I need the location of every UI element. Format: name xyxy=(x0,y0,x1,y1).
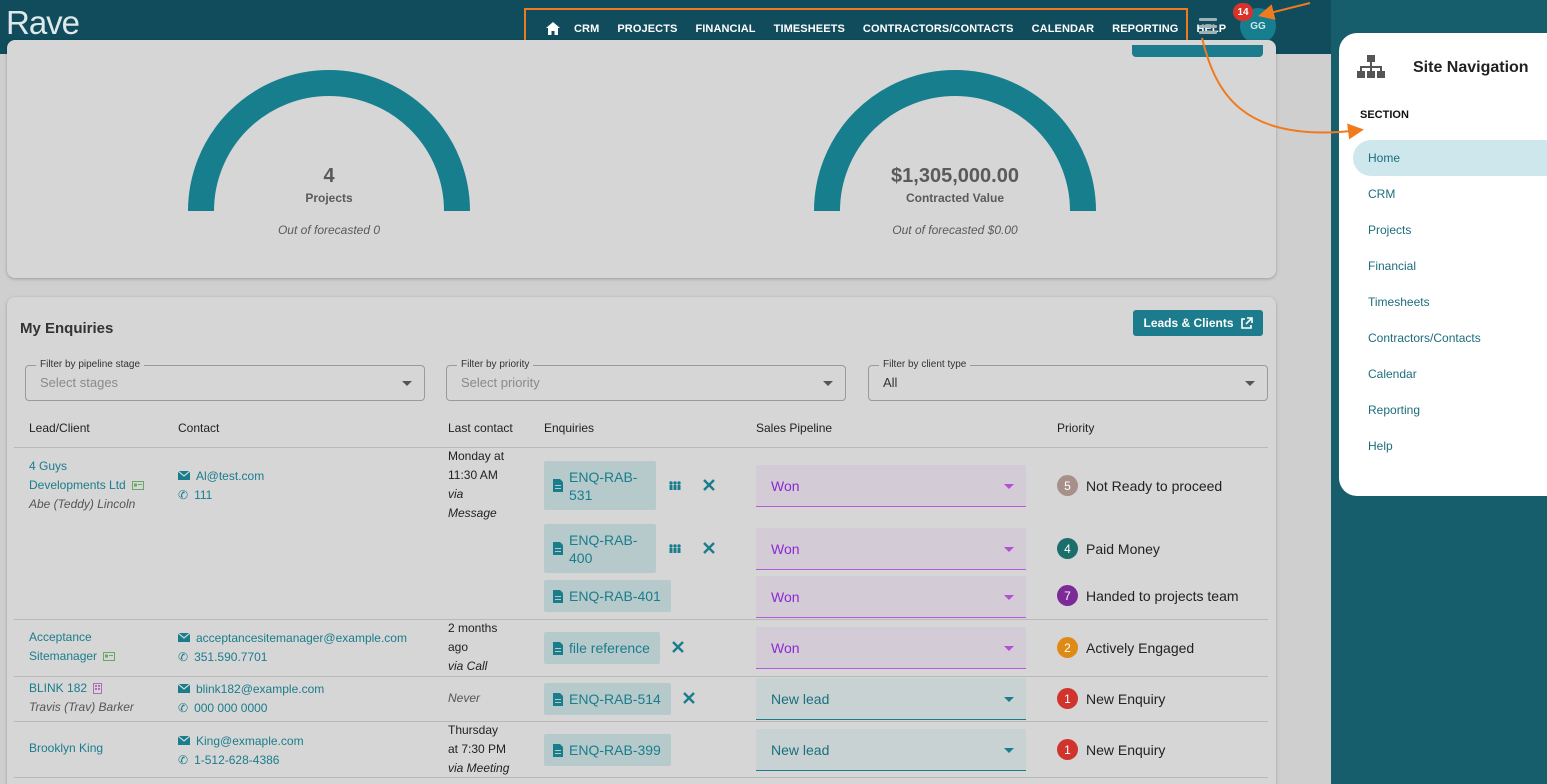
annotation-arrows xyxy=(1201,2,1364,140)
